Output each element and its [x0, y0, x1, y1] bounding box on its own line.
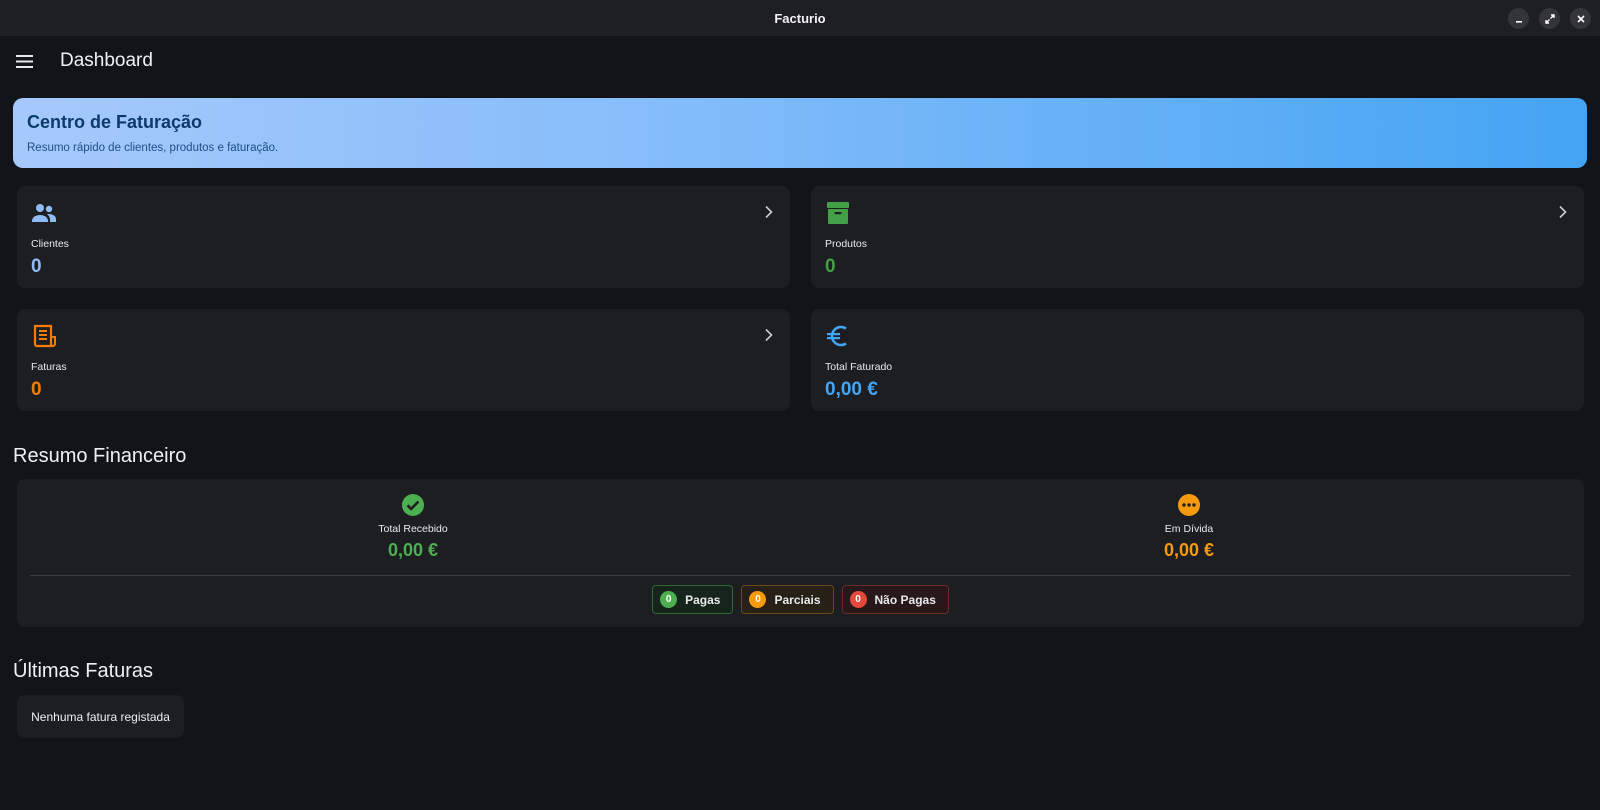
- maximize-icon: [1544, 13, 1555, 24]
- maximize-button[interactable]: [1539, 8, 1560, 29]
- latest-invoices-title: Últimas Faturas: [13, 660, 154, 682]
- debt-value: 0,00 €: [1163, 540, 1215, 560]
- total-received-label: Total Recebido: [378, 523, 448, 535]
- chevron-right-icon: [765, 205, 773, 219]
- chip-nao-pagas[interactable]: 0 Não Pagas: [841, 585, 949, 614]
- clientes-card[interactable]: Clientes 0: [17, 186, 790, 288]
- status-chips: 0 Pagas 0 Parciais 0 Não Pagas: [17, 585, 1584, 614]
- chevron-right-icon: [765, 328, 773, 342]
- receipt-icon: [33, 324, 56, 348]
- produtos-card[interactable]: Produtos 0: [811, 186, 1584, 288]
- menu-button[interactable]: [15, 52, 33, 70]
- total-faturado-value: 0,00 €: [825, 379, 878, 400]
- chip-label: Não Pagas: [874, 592, 936, 607]
- chip-parciais[interactable]: 0 Parciais: [741, 585, 834, 614]
- chip-count: 0: [749, 591, 767, 608]
- chip-pagas[interactable]: 0 Pagas: [652, 585, 734, 614]
- close-button[interactable]: [1570, 8, 1591, 29]
- financial-summary-card: Total Recebido 0,00 € Em Dívida 0,00 € 0…: [17, 479, 1584, 627]
- total-faturado-card: Total Faturado 0,00 €: [811, 309, 1584, 411]
- debt-label: Em Dívida: [1164, 523, 1214, 535]
- window-title: Facturio: [774, 10, 826, 26]
- faturas-label: Faturas: [31, 361, 67, 373]
- close-icon: [1576, 14, 1585, 23]
- hero-banner: Centro de Faturação Resumo rápido de cli…: [13, 98, 1587, 168]
- minimize-button[interactable]: [1508, 8, 1529, 29]
- minimize-icon: [1515, 20, 1522, 23]
- page-title: Dashboard: [60, 50, 153, 71]
- window-controls: [1508, 8, 1591, 29]
- empty-invoices-message: Nenhuma fatura registada: [17, 695, 184, 738]
- window-titlebar: Facturio: [0, 0, 1600, 36]
- people-icon: [32, 204, 56, 222]
- clientes-label: Clientes: [31, 238, 69, 250]
- hero-subtitle: Resumo rápido de clientes, produtos e fa…: [27, 142, 279, 154]
- chip-count: 0: [660, 591, 678, 608]
- faturas-value: 0: [31, 379, 42, 400]
- produtos-label: Produtos: [825, 238, 868, 250]
- archive-icon: [827, 202, 849, 224]
- chip-label: Parciais: [774, 592, 821, 607]
- debt: Em Dívida 0,00 €: [1039, 493, 1339, 561]
- hamburger-icon: [15, 54, 33, 68]
- euro-icon: [827, 325, 847, 347]
- total-faturado-label: Total Faturado: [825, 361, 893, 373]
- chip-count: 0: [849, 591, 867, 608]
- total-received: Total Recebido 0,00 €: [263, 493, 563, 561]
- more-horiz-circle-icon: [1178, 494, 1200, 516]
- clientes-value: 0: [31, 256, 42, 277]
- produtos-value: 0: [825, 256, 836, 277]
- hero-title: Centro de Faturação: [27, 112, 203, 132]
- total-received-value: 0,00 €: [387, 540, 439, 560]
- financial-summary-title: Resumo Financeiro: [13, 445, 187, 467]
- faturas-card[interactable]: Faturas 0: [17, 309, 790, 411]
- check-circle-icon: [402, 494, 424, 516]
- divider: [30, 575, 1571, 576]
- chevron-right-icon: [1559, 205, 1567, 219]
- chip-label: Pagas: [685, 592, 721, 607]
- app-bar: Dashboard: [0, 36, 1600, 86]
